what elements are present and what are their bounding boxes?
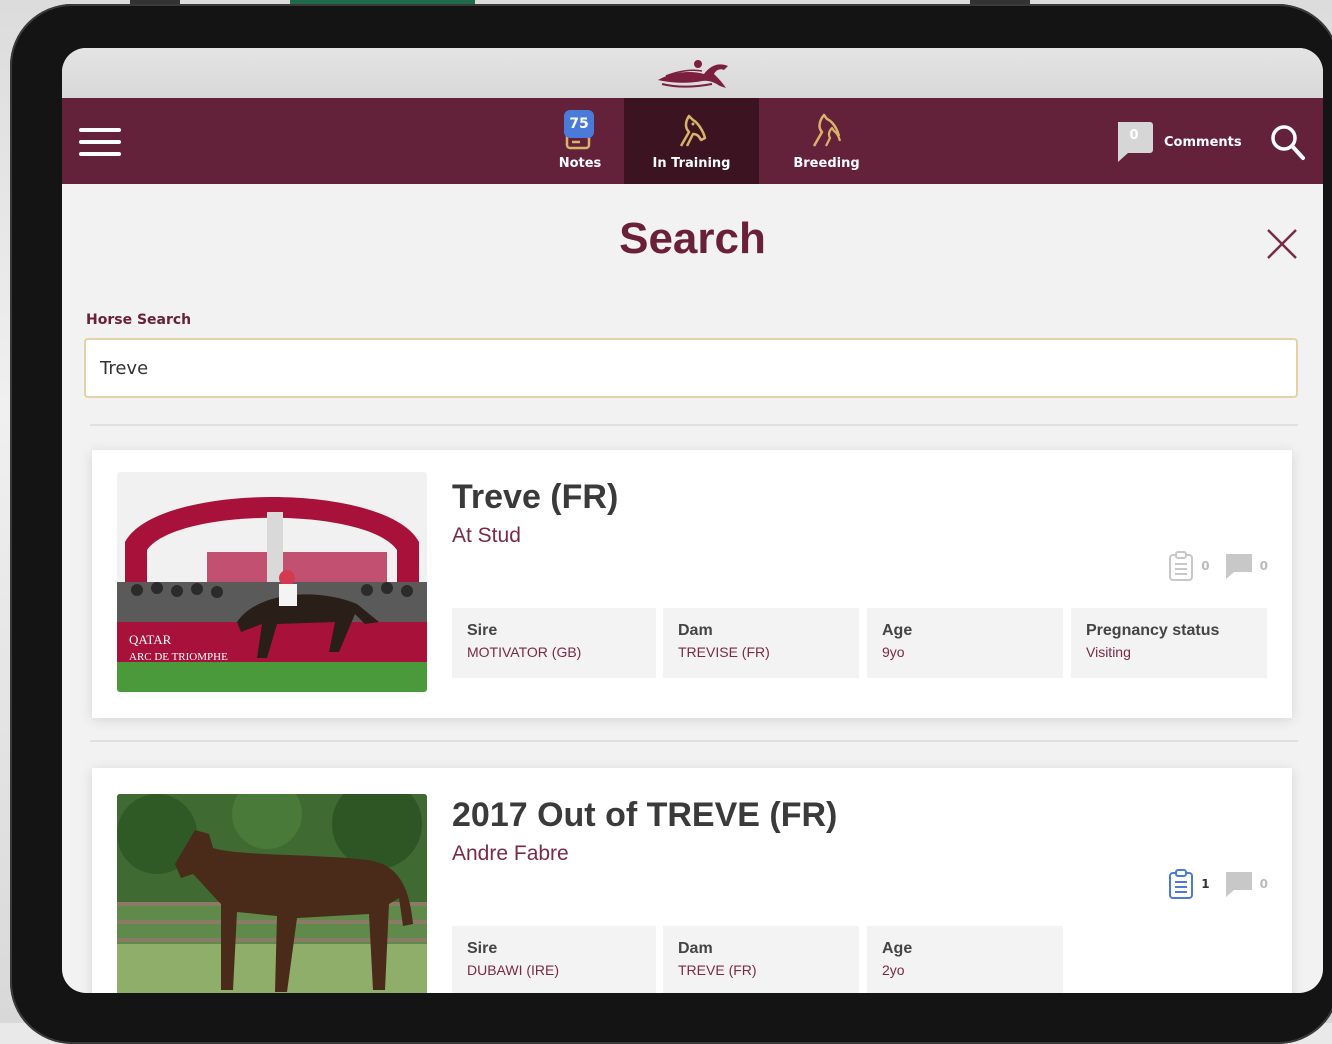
info-pregnancy-status: Pregnancy status Visiting xyxy=(1071,608,1267,678)
menu-line xyxy=(79,140,121,144)
horse-logo-icon xyxy=(658,60,728,88)
notes-icon[interactable] xyxy=(1167,868,1195,900)
menu-line xyxy=(79,128,121,132)
horse-name[interactable]: 2017 Out of TREVE (FR) xyxy=(452,796,837,835)
search-icon[interactable] xyxy=(1268,122,1308,162)
tab-in-training-label: In Training xyxy=(652,156,731,171)
comment-icon[interactable] xyxy=(1224,552,1254,580)
notes-icon[interactable] xyxy=(1167,550,1195,582)
info-value: DUBAWI (IRE) xyxy=(467,962,560,978)
card-counts: 1 0 xyxy=(1167,868,1268,900)
banner-text: ARC DE TRIOMPHE xyxy=(129,651,228,663)
notes-count-badge: 75 xyxy=(564,110,594,138)
divider xyxy=(90,740,1298,742)
menu-line xyxy=(79,152,121,156)
info-value: 2yo xyxy=(882,962,905,978)
banner-text: QATAR xyxy=(129,632,172,647)
info-key: Dam xyxy=(678,622,713,639)
info-value: MOTIVATOR (GB) xyxy=(467,644,582,660)
comment-icon[interactable] xyxy=(1224,870,1254,898)
logo-bar xyxy=(62,48,1323,98)
page-title: Search xyxy=(619,214,766,263)
info-value: TREVE (FR) xyxy=(678,962,757,978)
info-value: Visiting xyxy=(1086,644,1131,660)
notes-count: 1 xyxy=(1201,877,1210,891)
mare-foal-icon xyxy=(812,113,841,147)
close-icon[interactable] xyxy=(1262,224,1302,264)
card-counts: 0 0 xyxy=(1167,550,1268,582)
comments-button[interactable]: 0 Comments xyxy=(1114,120,1242,164)
horse-photo: QATAR ARC DE TRIOMPHE xyxy=(117,472,427,692)
info-key: Sire xyxy=(467,622,498,639)
tab-breeding-label: Breeding xyxy=(793,156,860,171)
info-key: Sire xyxy=(467,940,498,957)
info-sire: Sire DUBAWI (IRE) xyxy=(452,926,656,993)
notes-count: 0 xyxy=(1201,559,1210,573)
comments-count: 0 xyxy=(1129,128,1139,143)
horse-trainer: Andre Fabre xyxy=(452,842,569,865)
horse-search-label: Horse Search xyxy=(86,312,192,328)
info-key: Dam xyxy=(678,940,713,957)
tablet-device: Notes 75 In Training Breeding 0 Comments… xyxy=(10,4,1332,1044)
info-key: Age xyxy=(882,940,913,957)
app-screen: Notes 75 In Training Breeding 0 Comments… xyxy=(62,48,1323,993)
info-value: 9yo xyxy=(882,644,905,660)
horse-photo xyxy=(117,794,427,993)
comments-count: 0 xyxy=(1259,877,1268,891)
horse-head-icon xyxy=(679,114,706,147)
comment-bubble-icon: 0 xyxy=(1114,120,1154,164)
comments-label: Comments xyxy=(1164,134,1242,150)
result-card[interactable]: 2017 Out of TREVE (FR) Andre Fabre 1 0 S… xyxy=(92,768,1292,993)
tab-notes-label: Notes xyxy=(558,156,602,171)
info-key: Pregnancy status xyxy=(1086,622,1220,639)
info-key: Age xyxy=(882,622,913,639)
top-navbar: Notes 75 In Training Breeding 0 Comments xyxy=(62,98,1323,184)
info-sire: Sire MOTIVATOR (GB) xyxy=(452,608,656,678)
comments-count: 0 xyxy=(1259,559,1268,573)
hamburger-menu-button[interactable] xyxy=(79,128,121,156)
horse-name[interactable]: Treve (FR) xyxy=(452,478,618,517)
info-age: Age 9yo xyxy=(867,608,1063,678)
horse-status: At Stud xyxy=(452,524,521,547)
info-dam: Dam TREVISE (FR) xyxy=(663,608,859,678)
horse-search-input[interactable] xyxy=(84,338,1298,398)
info-value: TREVISE (FR) xyxy=(678,644,770,660)
tab-breeding[interactable]: Breeding xyxy=(759,98,894,184)
info-age: Age 2yo xyxy=(867,926,1063,993)
result-card[interactable]: QATAR ARC DE TRIOMPHE Treve (FR) At Stud… xyxy=(92,450,1292,718)
divider xyxy=(90,424,1298,426)
info-dam: Dam TREVE (FR) xyxy=(663,926,859,993)
tab-in-training[interactable]: In Training xyxy=(624,98,759,184)
